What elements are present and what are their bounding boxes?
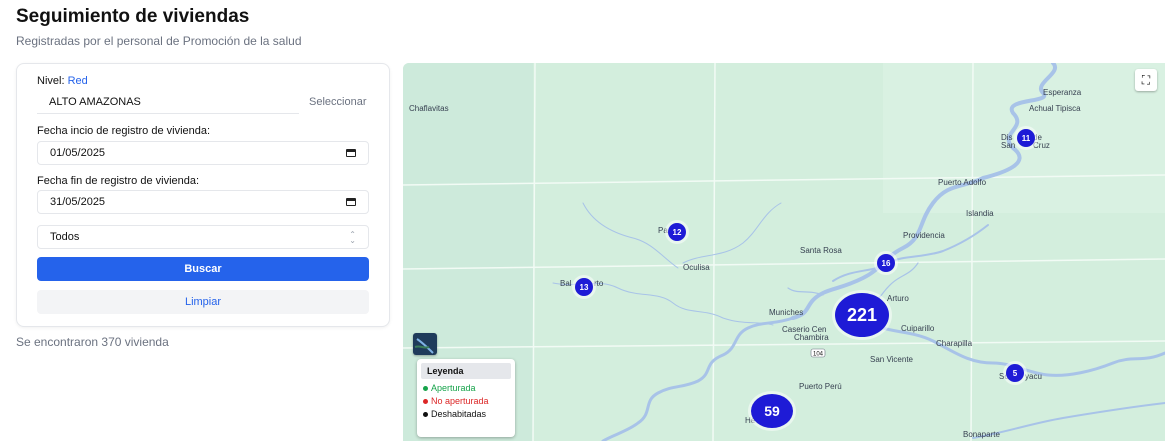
place-label: Chambira [794, 333, 829, 342]
legend-item: No aperturada [423, 396, 515, 406]
place-label: San [1001, 141, 1016, 150]
filter-panel: Nivel: Red ALTO AMAZONAS Seleccionar Fec… [16, 63, 390, 327]
fecha-fin-input[interactable]: 31/05/2025 [37, 190, 369, 214]
calendar-icon[interactable] [346, 198, 356, 206]
place-label: Esperanza [1043, 88, 1082, 97]
nivel-label: Nivel: [37, 75, 65, 87]
legend-dot [423, 385, 428, 391]
fecha-inicio-label: Fecha incio de registro de vivienda: [37, 125, 211, 137]
place-label: yacu [1025, 372, 1042, 381]
place-label: Providencia [903, 231, 945, 240]
place-label: Muniches [769, 308, 804, 317]
map-background: 104 [403, 63, 1165, 441]
legend-dot [423, 398, 428, 404]
limpiar-button[interactable]: Limpiar [37, 290, 369, 314]
red-value: ALTO AMAZONAS [49, 95, 141, 108]
buscar-button[interactable]: Buscar [37, 257, 369, 281]
place-label: Pa [658, 226, 668, 235]
legend-title: Leyenda [421, 363, 511, 379]
legend-label: Deshabitadas [431, 409, 487, 419]
fecha-inicio-input[interactable]: 01/05/2025 [37, 141, 369, 165]
legend-dot [423, 411, 428, 417]
map-cluster-marker[interactable]: 13 [575, 278, 593, 296]
map-cluster-marker[interactable]: 5 [1006, 364, 1024, 382]
legend-item: Aperturada [423, 383, 515, 393]
map-cluster-marker[interactable]: 221 [835, 293, 889, 337]
fecha-fin-label: Fecha fin de registro de vivienda: [37, 175, 200, 187]
place-label: Cruz [1033, 141, 1050, 150]
place-label: Islandia [966, 209, 994, 218]
select-arrows-icon: ⌃ ⌄ [349, 230, 356, 245]
place-label: Bonaparte [963, 430, 1000, 439]
legend-label: Aperturada [431, 383, 476, 393]
nivel-label-row: Nivel: Red [37, 75, 88, 87]
fecha-inicio-value: 01/05/2025 [50, 147, 106, 159]
results-count: Se encontraron 370 vivienda [16, 335, 169, 349]
place-label: Oculisa [683, 263, 710, 272]
map-cluster-marker[interactable]: 12 [668, 223, 686, 241]
place-label: Bal [560, 279, 572, 288]
estado-select[interactable]: Todos ⌃ ⌄ [37, 225, 369, 249]
map-layer-icon[interactable] [413, 333, 437, 355]
fullscreen-icon[interactable]: ⛶ [1135, 69, 1157, 91]
place-label: Santa Rosa [800, 246, 842, 255]
place-label: Achual Tipisca [1029, 104, 1081, 113]
estado-selected: Todos [50, 231, 80, 243]
page-subtitle: Registradas por el personal de Promoción… [16, 34, 302, 48]
map-legend: Leyenda Aperturada No aperturada Deshabi… [417, 359, 515, 437]
map-cluster-marker[interactable]: 16 [877, 254, 895, 272]
place-label: Puerto Adolfo [938, 178, 987, 187]
place-label: rto [594, 279, 604, 288]
page-title: Seguimiento de viviendas [16, 6, 250, 27]
place-label: San Vicente [870, 355, 913, 364]
place-label: Puerto Perú [799, 382, 842, 391]
map-view[interactable]: 104 Chaflavitas Esperanza Achual Tipisca… [403, 63, 1165, 441]
place-label: Charapilla [936, 339, 973, 348]
map-cluster-marker[interactable]: 59 [751, 394, 793, 428]
map-cluster-marker[interactable]: 11 [1017, 129, 1035, 147]
place-label: Chaflavitas [409, 104, 449, 113]
fecha-fin-value: 31/05/2025 [50, 196, 106, 208]
red-field[interactable]: ALTO AMAZONAS [37, 90, 299, 114]
nivel-value[interactable]: Red [68, 75, 88, 87]
place-label: Arturo [887, 294, 909, 303]
place-label: Cuiparillo [901, 324, 935, 333]
select-link[interactable]: Seleccionar [309, 96, 366, 108]
calendar-icon[interactable] [346, 149, 356, 157]
legend-label: No aperturada [431, 396, 489, 406]
legend-item: Deshabitadas [423, 409, 515, 419]
road-shield-label: 104 [813, 352, 824, 358]
